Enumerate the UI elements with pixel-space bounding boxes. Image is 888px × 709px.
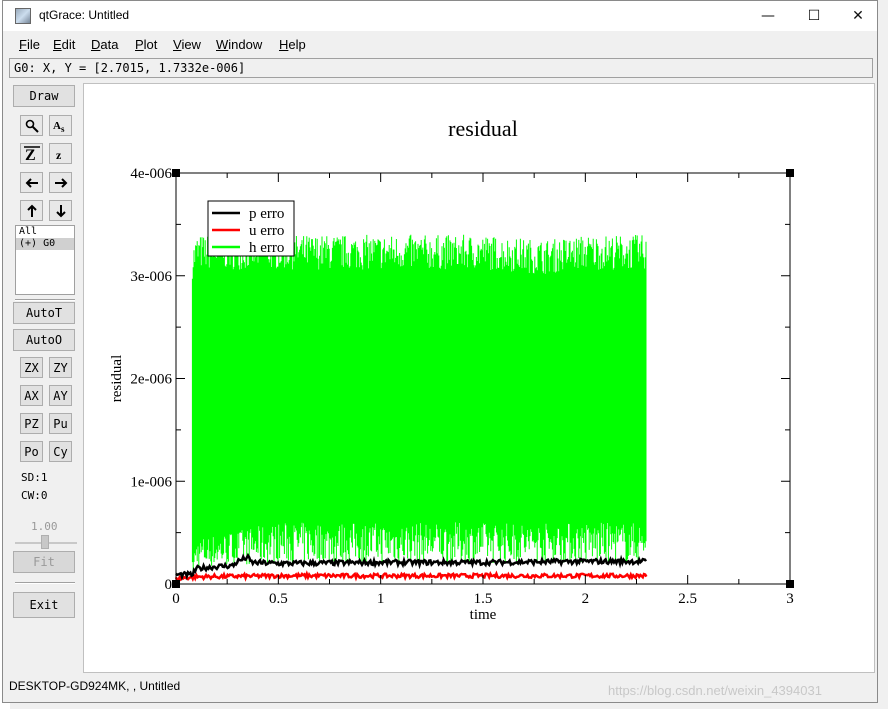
- y-tick-label: 3e-006: [130, 269, 172, 285]
- y-axis-label: residual: [109, 355, 125, 402]
- fit-button[interactable]: Fit: [13, 551, 75, 573]
- graph-set-list[interactable]: All (+) G0: [15, 225, 75, 295]
- zoom-small-icon[interactable]: z: [49, 143, 72, 164]
- residual-chart: 0 0.5 1 1.5 2 2.5 3 0 1e-006 2e-006 3e-006 4e-006 r…: [109, 116, 794, 623]
- y-tick-label: 0: [165, 577, 173, 593]
- po-button[interactable]: Po: [20, 441, 43, 462]
- set-list-item[interactable]: (+) G0: [16, 238, 74, 250]
- separator: [15, 299, 75, 301]
- y-tick-label: 4e-006: [130, 166, 172, 182]
- svg-text:A: A: [53, 120, 61, 132]
- draw-button[interactable]: Draw: [13, 85, 75, 107]
- pz-button[interactable]: PZ: [20, 413, 43, 434]
- legend-label: h erro: [249, 240, 284, 256]
- zoom-slider-thumb[interactable]: [41, 535, 49, 549]
- x-tick-label: 0: [172, 591, 180, 607]
- menu-edit[interactable]: Edit: [53, 37, 75, 52]
- maximize-button[interactable]: ☐: [791, 1, 837, 31]
- cy-button[interactable]: Cy: [49, 441, 72, 462]
- ax-button[interactable]: AX: [20, 385, 43, 406]
- app-window: qtGrace: Untitled — ☐ ✕ File Edit Data P…: [2, 0, 878, 703]
- x-tick-label: 0.5: [269, 591, 288, 607]
- autot-button[interactable]: AutoT: [13, 302, 75, 324]
- svg-text:z: z: [56, 148, 62, 161]
- window-title: qtGrace: Untitled: [39, 8, 130, 22]
- h-erro-series: [191, 234, 647, 571]
- minimize-button[interactable]: —: [745, 1, 791, 31]
- menu-file[interactable]: File: [19, 37, 40, 52]
- minimize-icon: —: [761, 8, 775, 24]
- svg-text:Z: Z: [25, 147, 36, 162]
- zoom-icon[interactable]: [20, 115, 43, 136]
- chart-title: residual: [448, 116, 518, 141]
- graph-corner-handle[interactable]: [172, 580, 180, 588]
- app-icon: [15, 8, 31, 24]
- graph-corner-handle[interactable]: [786, 580, 794, 588]
- menu-bar: File Edit Data Plot View Window Help: [3, 32, 877, 56]
- y-tick-label: 1e-006: [130, 474, 172, 490]
- legend: p errou erroh erro: [207, 200, 295, 257]
- plot-canvas[interactable]: 0 0.5 1 1.5 2 2.5 3 0 1e-006 2e-006 3e-006 4e-006 r…: [83, 83, 875, 673]
- autoo-button[interactable]: AutoO: [13, 329, 75, 351]
- title-bar: qtGrace: Untitled — ☐ ✕: [3, 1, 877, 31]
- set-list-item[interactable]: All: [16, 226, 74, 238]
- arrow-right-icon[interactable]: [49, 172, 72, 193]
- legend-label: p erro: [249, 206, 284, 222]
- tool-panel: Draw As Z z All (+) G0 AutoT AutoO ZX ZY…: [11, 83, 79, 673]
- zoom-value: 1.00: [31, 520, 58, 533]
- x-axis-label: time: [470, 607, 497, 623]
- u-erro-series: [174, 570, 648, 583]
- zoom-large-icon[interactable]: Z: [20, 143, 43, 164]
- menu-plot[interactable]: Plot: [135, 37, 157, 52]
- ay-button[interactable]: AY: [49, 385, 72, 406]
- close-button[interactable]: ✕: [835, 1, 881, 31]
- x-tick-label: 1.5: [474, 591, 493, 607]
- pu-button[interactable]: Pu: [49, 413, 72, 434]
- menu-view[interactable]: View: [173, 37, 201, 52]
- maximize-icon: ☐: [807, 8, 821, 24]
- locator-bar: G0: X, Y = [2.7015, 1.7332e-006]: [9, 58, 873, 78]
- svg-text:s: s: [61, 124, 65, 133]
- graph-corner-handle[interactable]: [172, 169, 180, 177]
- cw-readout: CW:0: [21, 489, 48, 502]
- arrow-down-icon[interactable]: [49, 200, 72, 221]
- menu-help[interactable]: Help: [279, 37, 306, 52]
- text-tool-icon[interactable]: As: [49, 115, 72, 136]
- zx-button[interactable]: ZX: [20, 357, 43, 378]
- x-tick-label: 2: [582, 591, 590, 607]
- watermark: https://blog.csdn.net/weixin_4394031: [608, 683, 822, 698]
- x-tick-label: 2.5: [678, 591, 697, 607]
- zy-button[interactable]: ZY: [49, 357, 72, 378]
- x-tick-label: 3: [786, 591, 794, 607]
- legend-label: u erro: [249, 223, 284, 239]
- arrow-left-icon[interactable]: [20, 172, 43, 193]
- menu-window[interactable]: Window: [216, 37, 262, 52]
- arrow-up-icon[interactable]: [20, 200, 43, 221]
- sd-readout: SD:1: [21, 471, 48, 484]
- y-tick-label: 2e-006: [130, 372, 172, 388]
- status-bar: DESKTOP-GD924MK, , Untitled: [9, 679, 181, 693]
- separator: [15, 582, 75, 584]
- close-icon: ✕: [852, 8, 864, 24]
- x-tick-label: 1: [377, 591, 385, 607]
- menu-data[interactable]: Data: [91, 37, 118, 52]
- graph-corner-handle[interactable]: [786, 169, 794, 177]
- exit-button[interactable]: Exit: [13, 592, 75, 618]
